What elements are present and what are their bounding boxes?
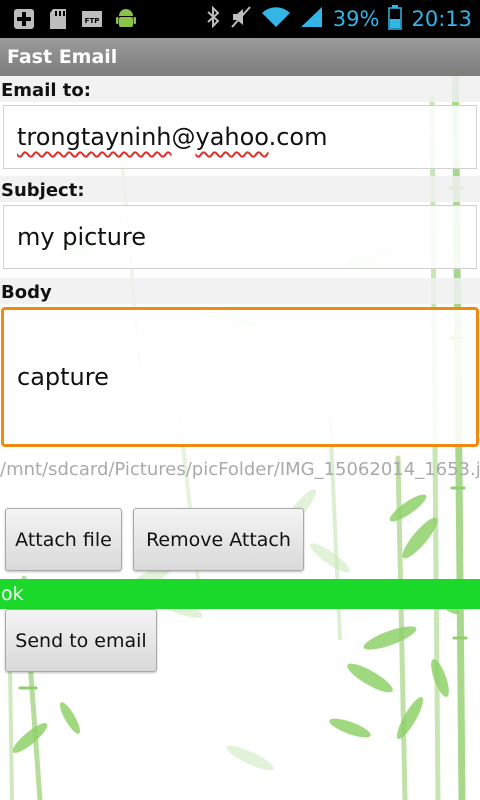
subject-field[interactable]: my picture: [3, 205, 477, 269]
send-email-button[interactable]: Send to email: [5, 609, 157, 672]
attachment-path: /mnt/sdcard/Pictures/picFolder/IMG_15062…: [0, 459, 480, 480]
bluetooth-icon: [205, 5, 221, 33]
attach-file-button[interactable]: Attach file: [5, 508, 122, 571]
email-to-at: @: [171, 123, 196, 151]
svg-text:FTP: FTP: [85, 17, 100, 25]
email-to-user: trongtayninh: [17, 123, 172, 151]
battery-icon: [388, 4, 403, 34]
status-message: ok: [0, 579, 480, 609]
add-icon: [12, 7, 36, 31]
app-title-bar: Fast Email: [0, 38, 480, 76]
wifi-icon: [261, 5, 291, 33]
email-to-label: Email to:: [0, 76, 480, 102]
remove-attach-button[interactable]: Remove Attach: [133, 508, 304, 571]
body-label: Body: [0, 278, 480, 304]
status-bar: FTP 39% 20:13: [0, 0, 480, 38]
email-to-domain: yahoo: [195, 123, 269, 151]
clock: 20:13: [411, 7, 472, 31]
email-to-field[interactable]: trongtayninh@yahoo.com: [3, 105, 477, 169]
app-title: Fast Email: [7, 46, 118, 68]
email-to-tld: .com: [268, 123, 328, 151]
android-icon: [114, 7, 138, 31]
body-field[interactable]: capture: [1, 307, 479, 447]
subject-label: Subject:: [0, 176, 480, 202]
sdcard-icon: [46, 7, 70, 31]
battery-percent: 39%: [332, 7, 380, 31]
signal-icon: [300, 5, 324, 33]
mute-icon: [230, 5, 252, 33]
email-form: Email to: trongtayninh@yahoo.com Subject…: [0, 76, 480, 800]
ftp-icon: FTP: [80, 7, 104, 31]
